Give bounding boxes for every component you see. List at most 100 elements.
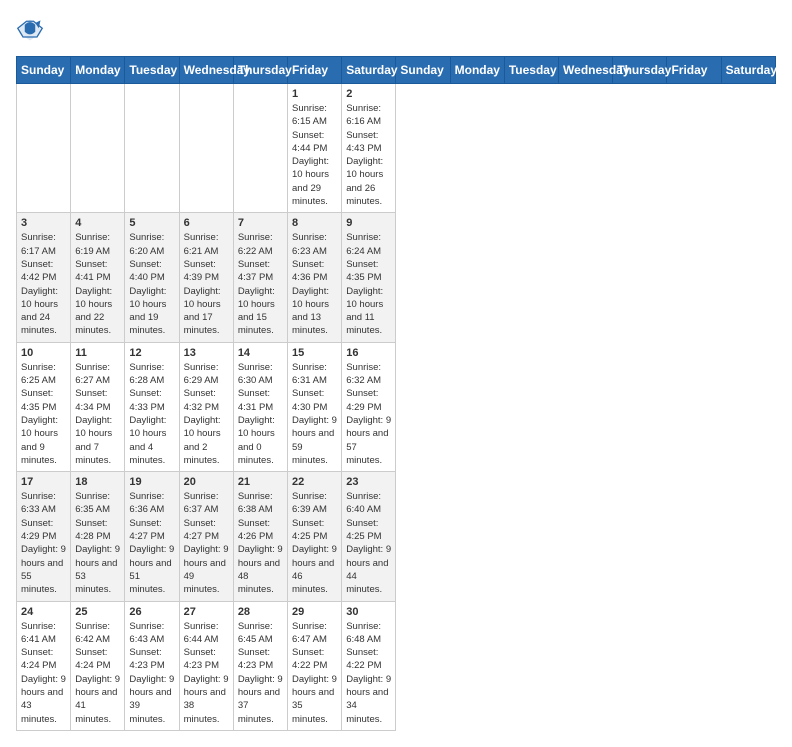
day-number: 19 [129,476,174,488]
day-header-sunday: Sunday [17,57,71,84]
calendar-cell: 22 Sunrise: 6:39 AM Sunset: 4:25 PM Dayli… [288,472,342,601]
day-number: 18 [75,476,120,488]
day-number: 16 [346,347,391,359]
day-number: 2 [346,88,391,100]
day-number: 7 [238,217,283,229]
calendar-cell: 23 Sunrise: 6:40 AM Sunset: 4:25 PM Dayli… [342,472,396,601]
logo-icon [16,16,44,44]
calendar-week-3: 10 Sunrise: 6:25 AM Sunset: 4:35 PM Dayli… [17,342,776,471]
calendar-cell [125,84,179,213]
day-info: Sunrise: 6:37 AM Sunset: 4:27 PM Dayligh… [184,490,229,596]
col-header-sunday: Sunday [396,57,450,84]
col-header-friday: Friday [667,57,721,84]
day-info: Sunrise: 6:39 AM Sunset: 4:25 PM Dayligh… [292,490,337,596]
day-info: Sunrise: 6:20 AM Sunset: 4:40 PM Dayligh… [129,231,174,337]
calendar-cell: 16 Sunrise: 6:32 AM Sunset: 4:29 PM Dayli… [342,342,396,471]
calendar-cell: 17Sunrise: 6:33 AM Sunset: 4:29 PM Dayli… [17,472,71,601]
col-header-tuesday: Tuesday [504,57,558,84]
calendar-cell: 15 Sunrise: 6:31 AM Sunset: 4:30 PM Dayli… [288,342,342,471]
calendar-cell: 13 Sunrise: 6:29 AM Sunset: 4:32 PM Dayli… [179,342,233,471]
day-number: 15 [292,347,337,359]
day-info: Sunrise: 6:24 AM Sunset: 4:35 PM Dayligh… [346,231,391,337]
day-number: 9 [346,217,391,229]
calendar-cell: 21Sunrise: 6:38 AM Sunset: 4:26 PM Dayli… [233,472,287,601]
calendar-header-row: SundayMondayTuesdayWednesdayThursdayFrid… [17,57,776,84]
calendar-table: SundayMondayTuesdayWednesdayThursdayFrid… [16,56,776,731]
day-number: 5 [129,217,174,229]
day-number: 12 [129,347,174,359]
day-number: 1 [292,88,337,100]
day-number: 11 [75,347,120,359]
calendar-cell: 29Sunrise: 6:47 AM Sunset: 4:22 PM Dayli… [288,601,342,730]
day-number: 10 [21,347,66,359]
logo [16,16,48,44]
day-info: Sunrise: 6:17 AM Sunset: 4:42 PM Dayligh… [21,231,66,337]
day-info: Sunrise: 6:48 AM Sunset: 4:22 PM Dayligh… [346,620,391,726]
calendar-week-1: 1Sunrise: 6:15 AM Sunset: 4:44 PM Daylig… [17,84,776,213]
day-number: 4 [75,217,120,229]
day-number: 13 [184,347,229,359]
day-info: Sunrise: 6:35 AM Sunset: 4:28 PM Dayligh… [75,490,120,596]
col-header-saturday: Saturday [721,57,775,84]
calendar-cell: 5 Sunrise: 6:20 AM Sunset: 4:40 PM Daylig… [125,213,179,342]
day-info: Sunrise: 6:28 AM Sunset: 4:33 PM Dayligh… [129,361,174,467]
calendar-cell: 28Sunrise: 6:45 AM Sunset: 4:23 PM Dayli… [233,601,287,730]
calendar-week-5: 24Sunrise: 6:41 AM Sunset: 4:24 PM Dayli… [17,601,776,730]
calendar-cell: 4 Sunrise: 6:19 AM Sunset: 4:41 PM Daylig… [71,213,125,342]
calendar-cell [17,84,71,213]
day-info: Sunrise: 6:43 AM Sunset: 4:23 PM Dayligh… [129,620,174,726]
calendar-week-4: 17Sunrise: 6:33 AM Sunset: 4:29 PM Dayli… [17,472,776,601]
calendar-cell: 8 Sunrise: 6:23 AM Sunset: 4:36 PM Daylig… [288,213,342,342]
calendar-cell: 7 Sunrise: 6:22 AM Sunset: 4:37 PM Daylig… [233,213,287,342]
calendar-cell: 3 Sunrise: 6:17 AM Sunset: 4:42 PM Daylig… [17,213,71,342]
day-info: Sunrise: 6:21 AM Sunset: 4:39 PM Dayligh… [184,231,229,337]
calendar-cell: 1Sunrise: 6:15 AM Sunset: 4:44 PM Daylig… [288,84,342,213]
calendar-cell: 2 Sunrise: 6:16 AM Sunset: 4:43 PM Daylig… [342,84,396,213]
day-info: Sunrise: 6:27 AM Sunset: 4:34 PM Dayligh… [75,361,120,467]
day-number: 23 [346,476,391,488]
day-info: Sunrise: 6:19 AM Sunset: 4:41 PM Dayligh… [75,231,120,337]
day-info: Sunrise: 6:36 AM Sunset: 4:27 PM Dayligh… [129,490,174,596]
calendar-cell: 24Sunrise: 6:41 AM Sunset: 4:24 PM Dayli… [17,601,71,730]
calendar-cell: 9 Sunrise: 6:24 AM Sunset: 4:35 PM Daylig… [342,213,396,342]
calendar-cell: 18 Sunrise: 6:35 AM Sunset: 4:28 PM Dayli… [71,472,125,601]
day-number: 6 [184,217,229,229]
calendar-cell: 10 Sunrise: 6:25 AM Sunset: 4:35 PM Dayli… [17,342,71,471]
day-info: Sunrise: 6:25 AM Sunset: 4:35 PM Dayligh… [21,361,66,467]
calendar-cell [179,84,233,213]
calendar-cell [71,84,125,213]
day-info: Sunrise: 6:42 AM Sunset: 4:24 PM Dayligh… [75,620,120,726]
day-header-monday: Monday [71,57,125,84]
day-info: Sunrise: 6:44 AM Sunset: 4:23 PM Dayligh… [184,620,229,726]
day-info: Sunrise: 6:47 AM Sunset: 4:22 PM Dayligh… [292,620,337,726]
col-header-thursday: Thursday [613,57,667,84]
calendar-cell: 25Sunrise: 6:42 AM Sunset: 4:24 PM Dayli… [71,601,125,730]
day-info: Sunrise: 6:32 AM Sunset: 4:29 PM Dayligh… [346,361,391,467]
day-info: Sunrise: 6:33 AM Sunset: 4:29 PM Dayligh… [21,490,66,596]
day-number: 8 [292,217,337,229]
calendar-cell [233,84,287,213]
day-number: 21 [238,476,283,488]
calendar-cell: 12 Sunrise: 6:28 AM Sunset: 4:33 PM Dayli… [125,342,179,471]
day-info: Sunrise: 6:16 AM Sunset: 4:43 PM Dayligh… [346,102,391,208]
day-header-saturday: Saturday [342,57,396,84]
calendar-week-2: 3 Sunrise: 6:17 AM Sunset: 4:42 PM Daylig… [17,213,776,342]
day-number: 22 [292,476,337,488]
day-info: Sunrise: 6:22 AM Sunset: 4:37 PM Dayligh… [238,231,283,337]
day-info: Sunrise: 6:40 AM Sunset: 4:25 PM Dayligh… [346,490,391,596]
col-header-monday: Monday [450,57,504,84]
day-info: Sunrise: 6:29 AM Sunset: 4:32 PM Dayligh… [184,361,229,467]
day-info: Sunrise: 6:41 AM Sunset: 4:24 PM Dayligh… [21,620,66,726]
day-info: Sunrise: 6:23 AM Sunset: 4:36 PM Dayligh… [292,231,337,337]
calendar-cell: 26Sunrise: 6:43 AM Sunset: 4:23 PM Dayli… [125,601,179,730]
calendar-cell: 19 Sunrise: 6:36 AM Sunset: 4:27 PM Dayli… [125,472,179,601]
page-header [16,16,776,44]
day-number: 20 [184,476,229,488]
day-number: 3 [21,217,66,229]
day-info: Sunrise: 6:31 AM Sunset: 4:30 PM Dayligh… [292,361,337,467]
calendar-cell: 30Sunrise: 6:48 AM Sunset: 4:22 PM Dayli… [342,601,396,730]
calendar-cell: 27Sunrise: 6:44 AM Sunset: 4:23 PM Dayli… [179,601,233,730]
calendar-cell: 20 Sunrise: 6:37 AM Sunset: 4:27 PM Dayli… [179,472,233,601]
day-info: Sunrise: 6:45 AM Sunset: 4:23 PM Dayligh… [238,620,283,726]
day-info: Sunrise: 6:30 AM Sunset: 4:31 PM Dayligh… [238,361,283,467]
